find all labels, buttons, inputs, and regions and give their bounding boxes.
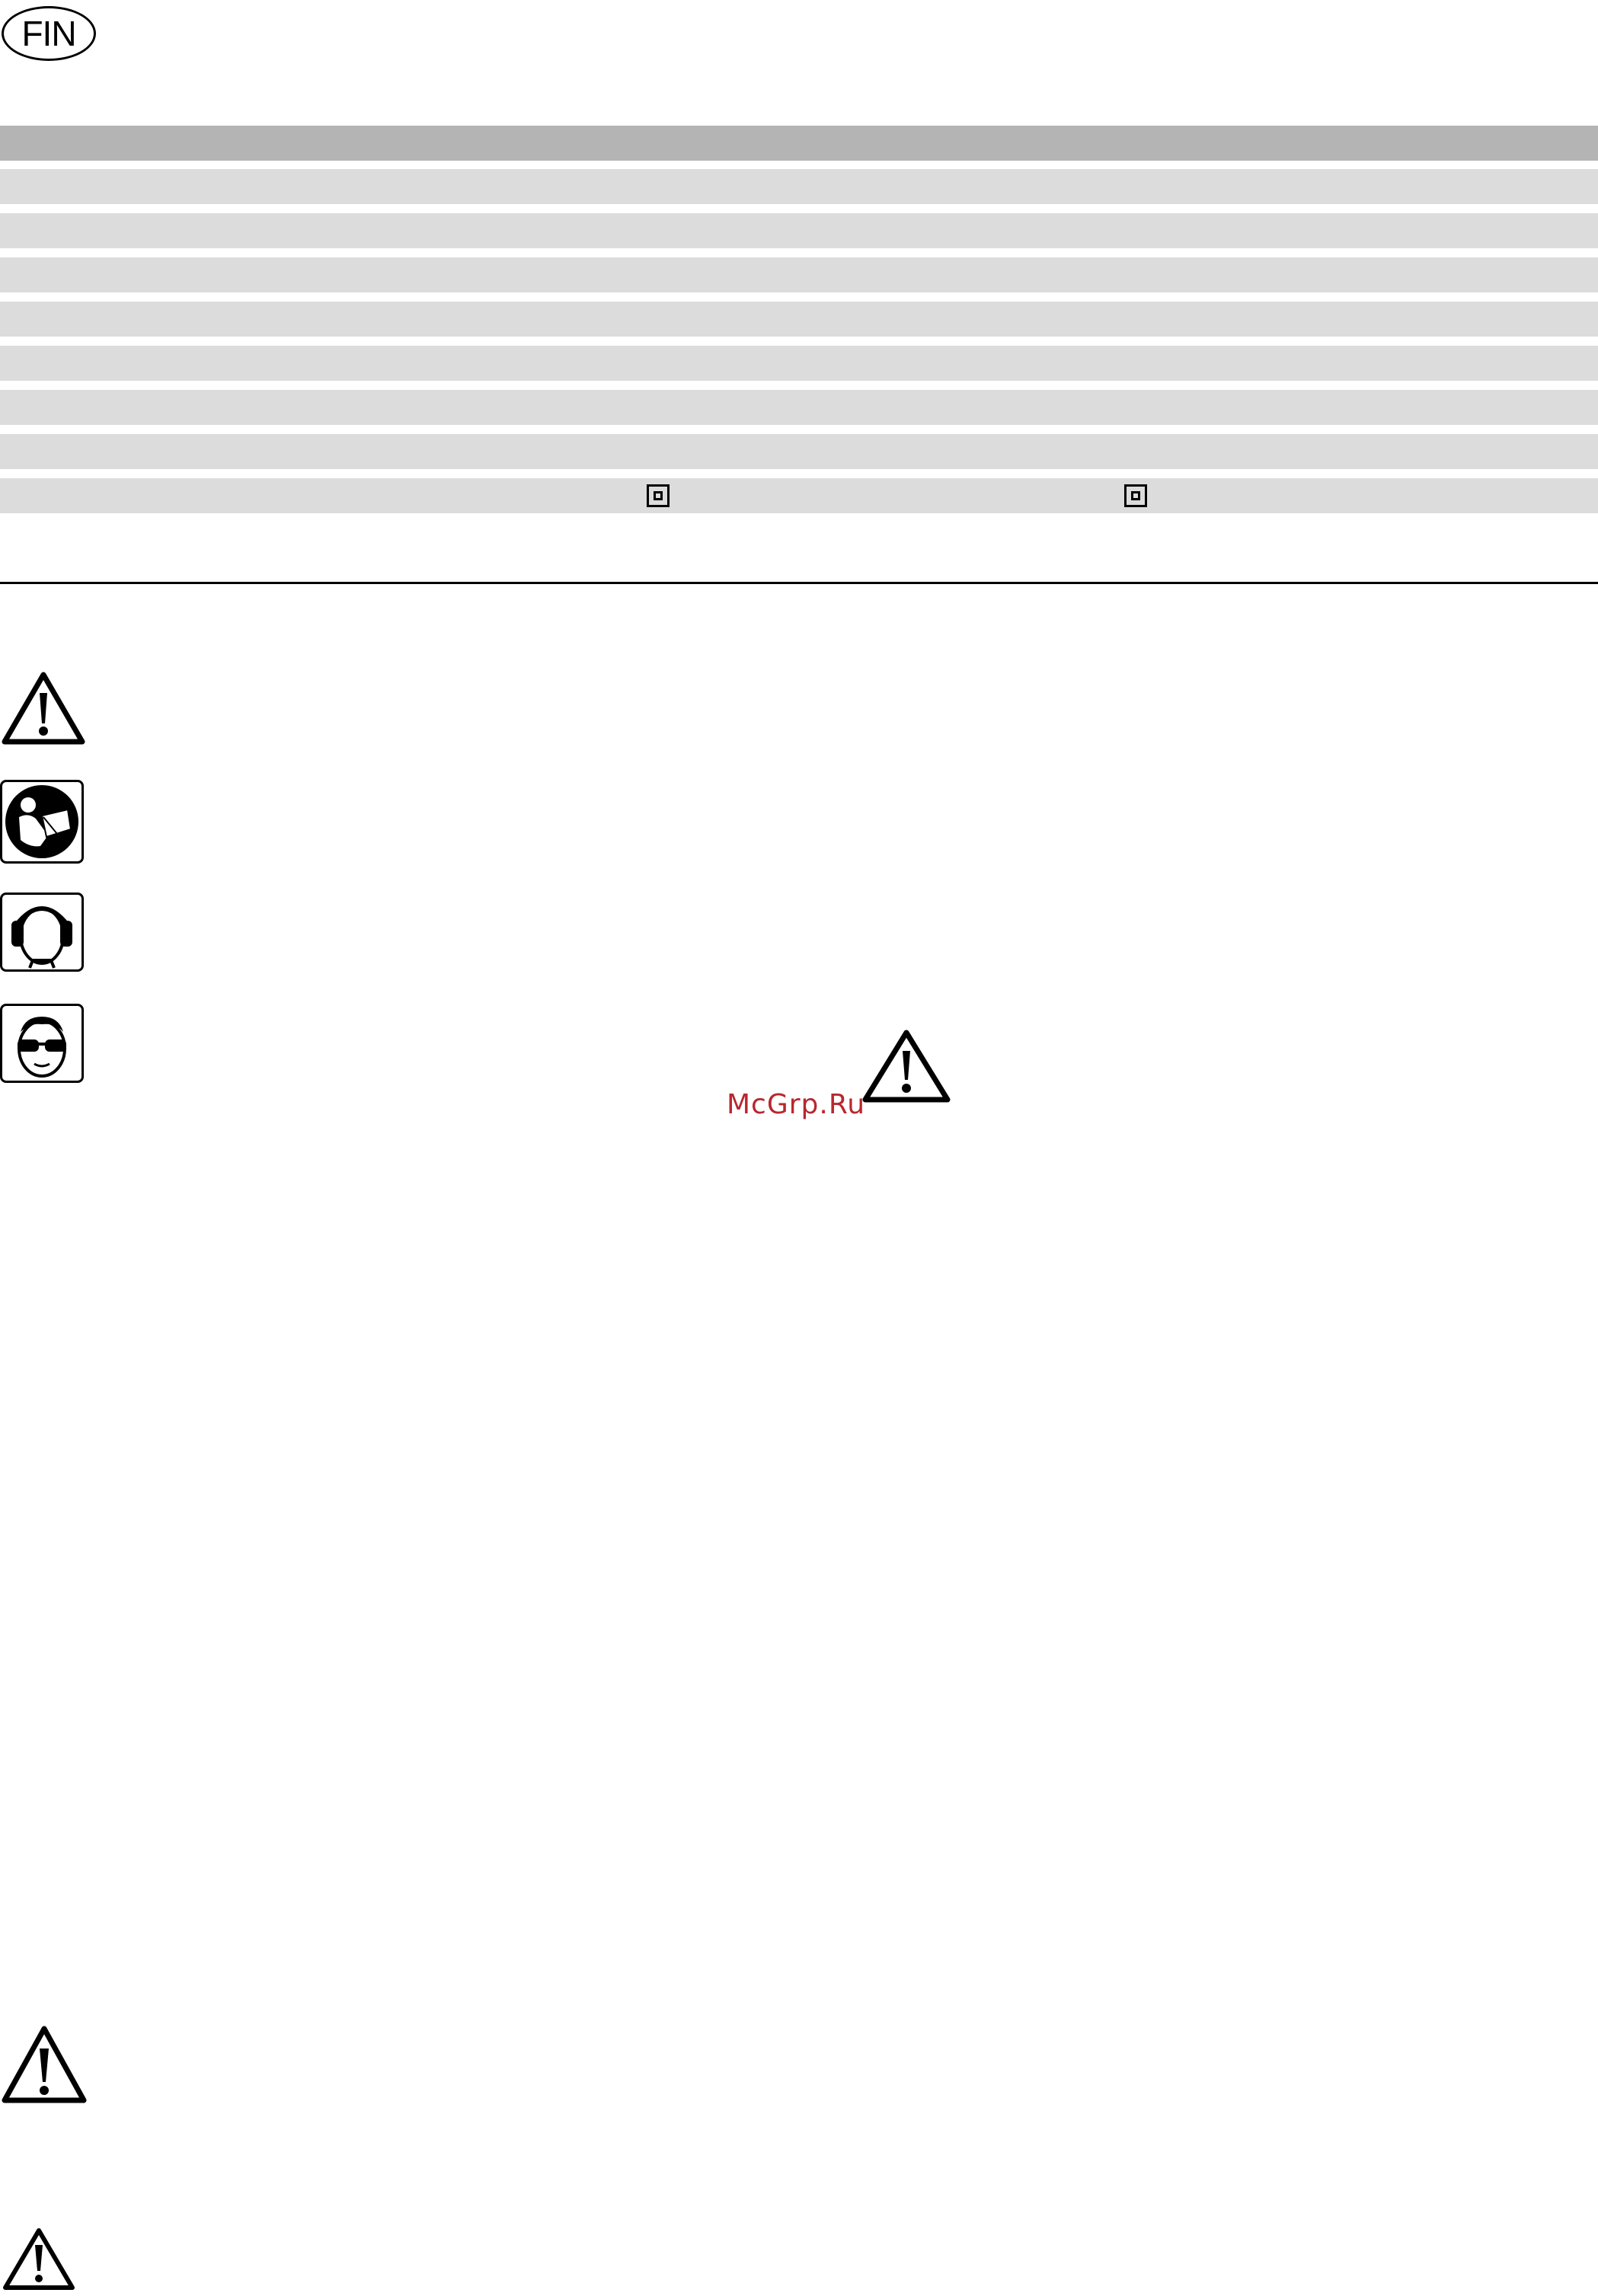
class-ii-double-insulation-icon (1124, 484, 1147, 507)
warning-triangle-icon (0, 2024, 88, 2106)
spec-table-row (0, 302, 1598, 337)
class-ii-double-insulation-icon (647, 484, 670, 507)
country-code: FIN (21, 14, 76, 53)
read-manual-icon (0, 780, 84, 864)
warning-triangle-icon (2, 2227, 76, 2292)
spec-table-row (0, 434, 1598, 469)
warning-triangle-icon (2, 670, 85, 746)
country-badge: FIN (2, 6, 96, 61)
spec-table-header (0, 126, 1598, 161)
ear-protection-icon (0, 893, 84, 972)
spec-table-row (0, 390, 1598, 425)
spec-table-row-protection-class (0, 478, 1598, 513)
eye-protection-icon (0, 1004, 84, 1083)
spec-table-row (0, 213, 1598, 248)
spec-table-row (0, 169, 1598, 204)
watermark-text: McGrp.Ru (727, 1089, 866, 1120)
section-divider (0, 582, 1598, 584)
spec-table-row (0, 257, 1598, 292)
warning-triangle-icon (861, 1028, 952, 1104)
spec-table-row (0, 346, 1598, 381)
